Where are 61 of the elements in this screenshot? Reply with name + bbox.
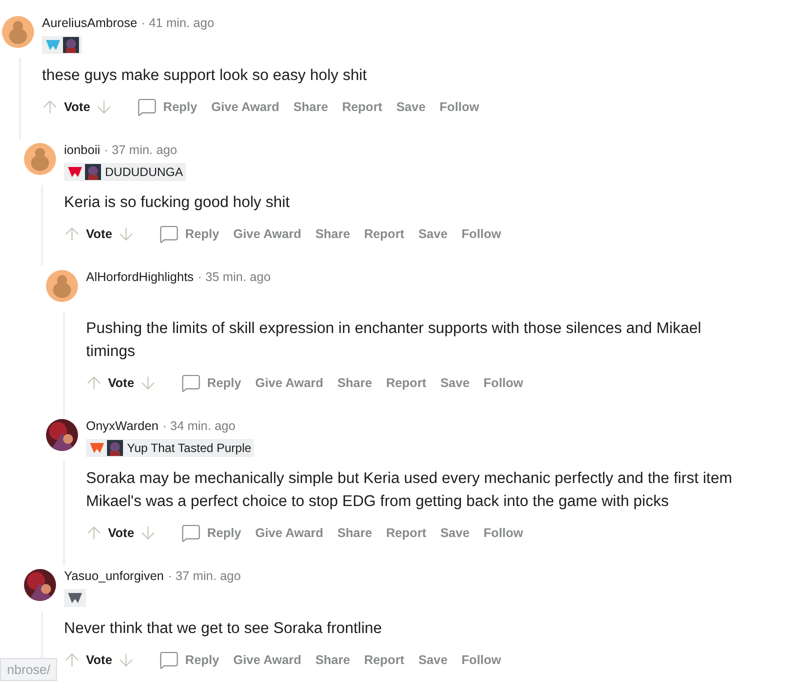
comment-icon [159, 224, 180, 244]
action-button[interactable]: Report [357, 223, 412, 245]
action-button[interactable]: Save [389, 96, 433, 118]
vote-count: Vote [108, 526, 134, 540]
timestamp: · 37 min. ago [168, 569, 241, 583]
action-button[interactable]: Share [308, 223, 358, 245]
action-button[interactable]: Save [411, 223, 455, 245]
action-button[interactable]: Give Award [248, 372, 330, 394]
username[interactable]: AureliusAmbrose [42, 16, 138, 30]
action-button[interactable]: Save [433, 372, 477, 394]
timestamp: · 35 min. ago [198, 270, 271, 284]
comment-icon [181, 373, 202, 393]
action-button[interactable]: Follow [454, 649, 508, 671]
comment-icon [137, 97, 158, 117]
action-button[interactable]: Give Award [248, 522, 330, 544]
action-button[interactable]: Reply [152, 646, 226, 674]
action-button[interactable]: Save [433, 522, 477, 544]
action-button[interactable]: Reply [174, 519, 248, 547]
username[interactable]: AlHorfordHighlights [86, 270, 194, 284]
vote-count: Vote [64, 100, 90, 114]
action-button[interactable]: Follow [432, 96, 486, 118]
username[interactable]: ionboii [64, 143, 100, 157]
timestamp: · 37 min. ago [104, 143, 178, 157]
action-button[interactable]: Follow [476, 372, 530, 394]
action-button[interactable]: Give Award [226, 223, 308, 245]
username[interactable]: OnyxWarden [86, 419, 158, 433]
action-button[interactable]: Reply [152, 220, 226, 248]
avatar-icon [2, 16, 34, 48]
action-button[interactable]: Share [330, 522, 380, 544]
status-url: nbrose/ [0, 658, 58, 681]
comment-text: Never think that we get to see Soraka frontline [64, 619, 383, 639]
comment-text: these guys make support look so easy holy shit [42, 66, 368, 86]
action-button[interactable]: Share [286, 96, 336, 118]
action-button[interactable]: Follow [454, 223, 508, 245]
vote-count: Vote [86, 227, 112, 241]
comment-text: Soraka may be mechanically simple but Keria used every mechanic perfectly and the first item Mikael's was a perfect choice to stop EDG from getting back into the game with picks [86, 469, 734, 512]
username[interactable]: Yasuo_unforgiven [64, 569, 164, 583]
vote-count: Vote [108, 376, 134, 390]
action-button[interactable]: Report [379, 522, 434, 544]
avatar-icon [24, 143, 56, 175]
vote-count: Vote [86, 653, 112, 667]
action-button[interactable]: Share [308, 649, 358, 671]
action-button[interactable]: Report [335, 96, 390, 118]
action-button[interactable]: Share [330, 372, 380, 394]
timestamp: · 41 min. ago [141, 16, 214, 30]
comment-icon [181, 523, 202, 543]
action-button[interactable]: Save [411, 649, 455, 671]
comment-text: Pushing the limits of skill expression in enchanter supports with those silences and Mikael timings [86, 319, 702, 362]
timestamp: · 34 min. ago [162, 419, 236, 433]
user-flair: Yup That Tasted Purple [126, 441, 252, 455]
comment-icon [159, 650, 180, 670]
user-flair: DUDUDUNGA [104, 165, 183, 179]
action-button[interactable]: Reply [130, 93, 204, 121]
action-button[interactable]: Follow [476, 522, 530, 544]
action-button[interactable]: Reply [174, 369, 248, 397]
action-button[interactable]: Report [357, 649, 412, 671]
avatar-icon [46, 270, 78, 302]
comment-text: Keria is so fucking good holy shit [64, 193, 291, 213]
action-button[interactable]: Report [379, 372, 434, 394]
action-button[interactable]: Give Award [204, 96, 286, 118]
action-button[interactable]: Give Award [226, 649, 308, 671]
